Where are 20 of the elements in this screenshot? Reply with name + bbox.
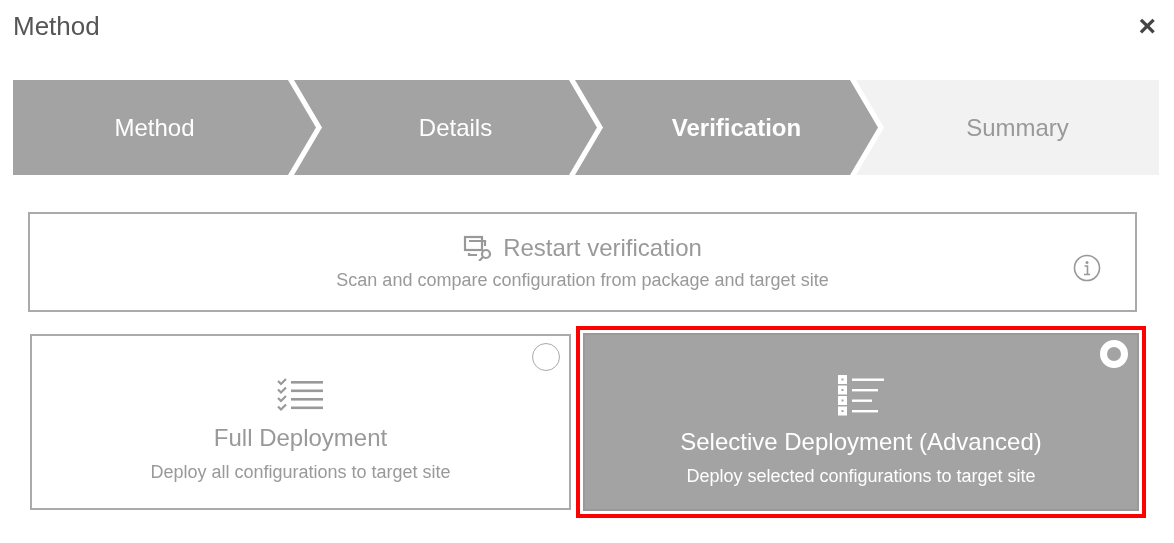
wizard-step[interactable]: Summary [856, 80, 1159, 175]
wizard-step[interactable]: Method [13, 80, 316, 175]
option-description: Deploy selected configurations to target site [686, 465, 1036, 487]
option-description: Deploy all configurations to target site [150, 461, 451, 483]
windows-magnifier-icon [463, 234, 494, 261]
deployment-option[interactable]: Full Deployment Deploy all configurations to target site [30, 334, 571, 510]
restart-verification-button[interactable]: Restart verification Scan and compare configuration from package and target site [28, 212, 1137, 312]
close-button[interactable]: × [1134, 9, 1160, 43]
option-title: Selective Deployment (Advanced) [680, 427, 1042, 456]
checklist-icon [276, 377, 325, 412]
wizard-step[interactable]: Verification [575, 80, 878, 175]
restart-description: Scan and compare configuration from package and target site [336, 269, 829, 291]
deployment-option[interactable]: Selective Deployment (Advanced) Deploy selected configurations to target site [576, 326, 1146, 518]
boxed-list-icon [837, 373, 885, 416]
option-title: Full Deployment [213, 423, 388, 452]
dialog-title: Method [13, 10, 100, 42]
wizard-step[interactable]: Details [294, 80, 597, 175]
info-icon[interactable] [1073, 254, 1101, 282]
radio-button[interactable] [532, 343, 560, 371]
restart-title: Restart verification [503, 233, 702, 262]
